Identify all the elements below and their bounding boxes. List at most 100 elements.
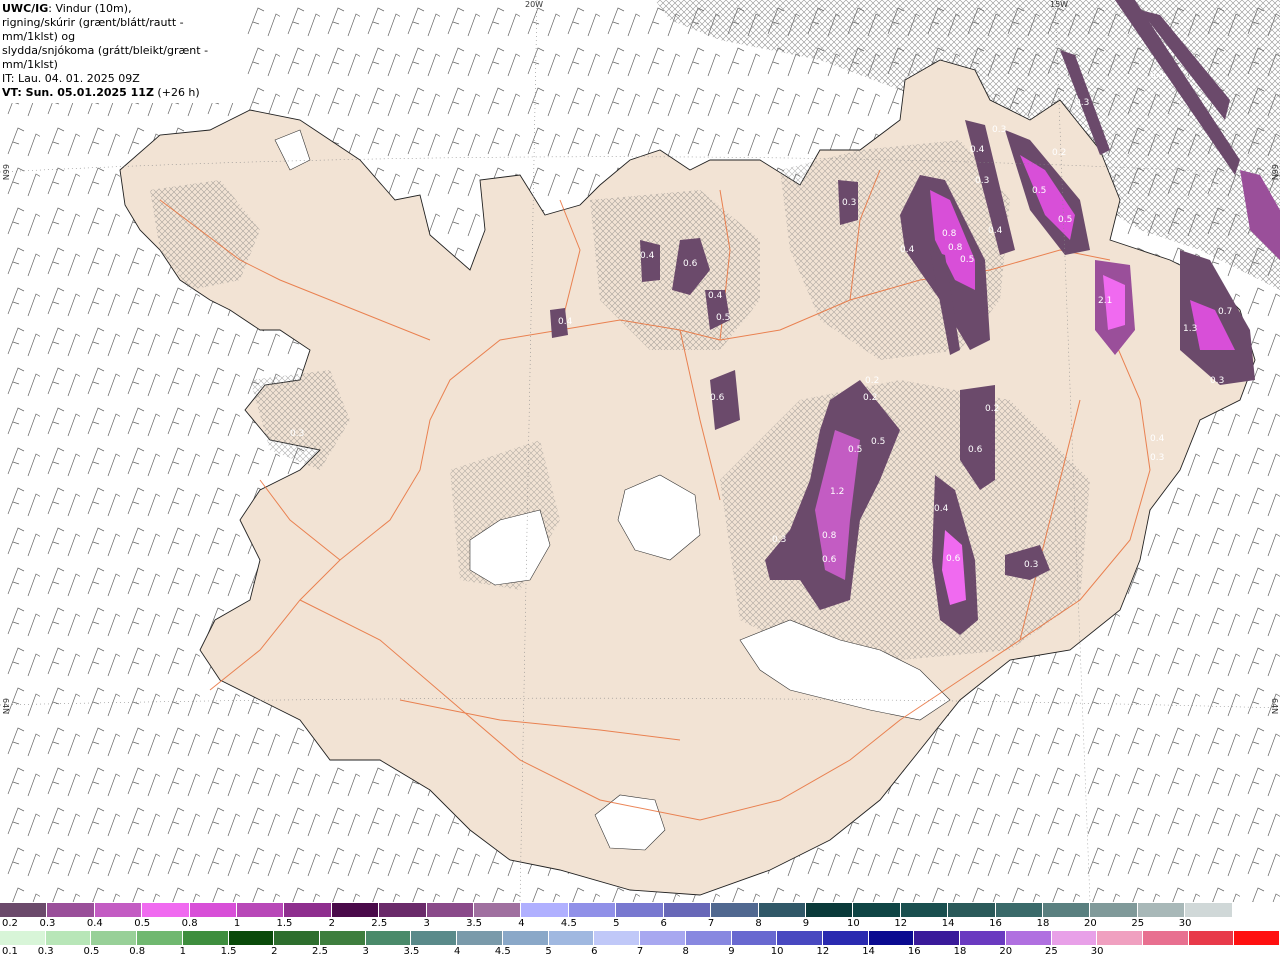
colorbar-tick-label: 1.5 [276, 918, 293, 929]
snow-value-label: 0.3 [975, 176, 989, 186]
colorbar-swatch [457, 931, 503, 945]
snow-value-label: 0.5 [716, 313, 730, 323]
snow-value-label: 0.6 [822, 555, 837, 565]
colorbar-tick-label: 2.5 [312, 946, 328, 957]
colorbar-tick-label: 0.5 [83, 946, 100, 957]
colorbar-tick-label: 4.5 [560, 918, 577, 929]
colorbar-swatch [1232, 903, 1280, 917]
snow-value-label: 0.2 [1052, 148, 1066, 158]
colorbar-swatch [45, 931, 92, 945]
longitude-label-20w: 20W [525, 0, 544, 9]
colorbar-tick-label: 20 [1083, 918, 1097, 929]
colorbar-swatch [1188, 931, 1235, 945]
snow-value-label: 0.4 [558, 317, 573, 327]
snow-value-label: 0.4 [1150, 71, 1165, 81]
colorbar-swatch [663, 903, 712, 917]
colorbar-swatch [502, 931, 549, 945]
colorbar-swatch [640, 931, 686, 945]
colorbar-swatch [1137, 903, 1186, 917]
colorbar-swatch [189, 903, 238, 917]
snow-value-label: 0.3 [1247, 276, 1261, 286]
snow-value-label: 0.3 [842, 198, 856, 208]
colorbar-tick-label: 9 [728, 946, 735, 957]
snow-colorbar-labels: 0.2 0.3 0.4 0.5 0.8 1 1.5 2 2.5 3 3.5 4 4.5 5 6 7 8 9 10 12… [0, 918, 1280, 930]
rain-colorbar [0, 931, 1280, 945]
snow-value-label: 0.5 [871, 437, 885, 447]
colorbar-swatch [568, 903, 617, 917]
colorbar-swatch [426, 903, 475, 917]
colorbar-swatch [0, 931, 46, 945]
snow-value-label: 0.3 [992, 125, 1006, 135]
initial-time: IT: Lau. 04. 01. 2025 09Z [2, 72, 140, 85]
latitude-label-66n-left: 66N [1, 164, 10, 181]
colorbar-tick-label: 12 [894, 918, 908, 929]
colorbar-swatch [853, 903, 901, 917]
model-name: UWC/IG [2, 2, 49, 15]
colorbar-tick-label: 3.5 [466, 918, 483, 929]
colorbar-tick-label: 6 [591, 946, 598, 957]
colorbar-tick-label: 7 [707, 918, 715, 929]
colorbar-swatch [805, 903, 854, 917]
colorbar-swatch [1097, 931, 1143, 945]
colorbar-tick-label: 30 [1178, 918, 1192, 929]
colorbar-tick-label: 3 [362, 946, 369, 957]
colorbar-swatch [1185, 903, 1233, 917]
snow-value-label: 0.3 [1206, 181, 1220, 191]
colorbar-swatch [521, 903, 569, 917]
colorbar-tick-label: 0.8 [181, 918, 198, 929]
colorbar-swatch [47, 903, 95, 917]
title-line-3: slydda/snjókoma (grátt/bleikt/grænt - mm… [2, 44, 209, 71]
colorbar-tick-label: 12 [816, 946, 830, 957]
colorbar-swatch [331, 903, 380, 917]
snow-value-label: 0.6 [683, 259, 698, 269]
latitude-label-64n-left: 64N [1, 698, 10, 715]
snow-value-label: 0.6 [968, 445, 983, 455]
colorbar-tick-label: 4.5 [494, 946, 511, 957]
colorbar-swatch [284, 903, 332, 917]
colorbar-swatch [822, 931, 869, 945]
colorbar-swatch [948, 903, 996, 917]
colorbar-tick-label: 0.1 [2, 946, 18, 957]
snow-value-label: 2.1 [1098, 296, 1112, 306]
colorbar-swatch [228, 931, 275, 945]
snow-value-label: 0.5 [960, 255, 974, 265]
latitude-label-64n-right: 64N [1270, 698, 1279, 715]
snow-value-label: 0.3 [1150, 453, 1164, 463]
colorbar-swatch [1142, 931, 1189, 945]
snow-value-label: 0.5 [1032, 186, 1046, 196]
colorbar-swatch [1051, 931, 1098, 945]
colorbar-swatch [379, 903, 427, 917]
snow-value-label: 0.4 [640, 251, 655, 261]
map-title-box: UWC/IG: Vindur (10m), rigning/skúrir (gr… [0, 0, 240, 103]
colorbar-tick-label: 14 [862, 946, 875, 957]
snow-value-label: 0.3 [1024, 560, 1038, 570]
colorbar-tick-label: 18 [953, 946, 967, 957]
colorbar-tick-label: 8 [682, 946, 689, 957]
colorbar-swatch [182, 931, 229, 945]
snow-value-label: 0.7 [1218, 307, 1232, 317]
snow-value-label: 0.4 [1150, 434, 1165, 444]
snow-value-label: 0.5 [1058, 215, 1072, 225]
snow-value-label: 0.2 [865, 376, 879, 386]
colorbar-tick-label: 0.2 [2, 918, 18, 929]
valid-time: VT: Sun. 05.01.2025 11Z [2, 86, 154, 99]
colorbar-tick-label: 5 [613, 918, 620, 929]
snow-colorbar [0, 903, 1280, 917]
colorbar-tick-label: 6 [660, 918, 667, 929]
snow-value-label: 0.4 [988, 226, 1003, 236]
colorbar-swatch [142, 903, 190, 917]
colorbar-swatch [274, 931, 321, 945]
colorbar-swatch [960, 931, 1006, 945]
snow-blob-north-1 [640, 240, 660, 282]
colorbar-swatch [758, 903, 806, 917]
colorbar-tick-label: 1.5 [220, 946, 237, 957]
snow-value-label: 0.3 [1075, 98, 1089, 108]
colorbar-swatch [711, 903, 759, 917]
colorbar-swatch [1042, 903, 1091, 917]
snow-value-label: 0.8 [942, 229, 957, 239]
colorbar-tick-label: 0.4 [86, 918, 103, 929]
colorbar-tick-label: 2 [328, 918, 336, 929]
colorbar-tick-label: 7 [636, 946, 644, 957]
colorbar-tick-label: 16 [907, 946, 921, 957]
snow-value-label: 0.2 [863, 393, 877, 403]
